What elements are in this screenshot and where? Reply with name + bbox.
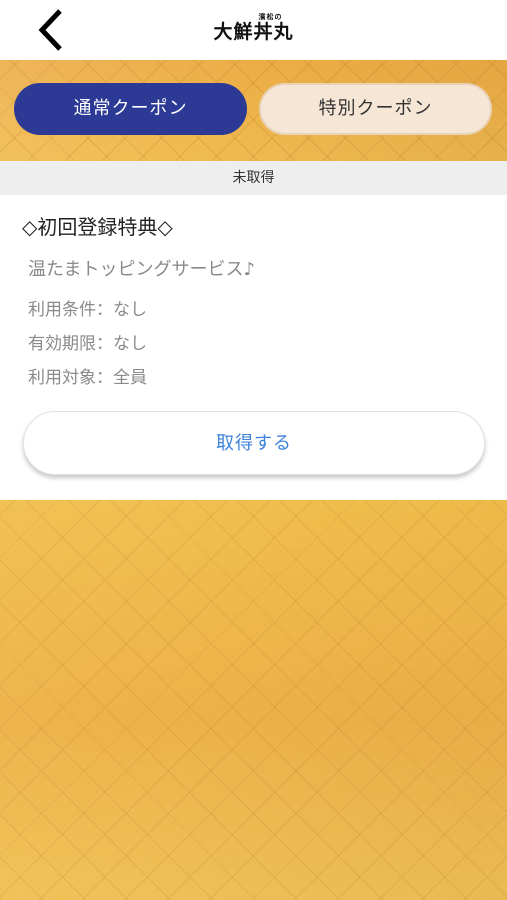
- logo-text: 大鮮丼丸: [213, 21, 294, 43]
- gold-background: [0, 500, 507, 900]
- coupon-tab-bar: 通常クーポン 特別クーポン: [0, 60, 507, 161]
- brand-logo: 濱松の 大鮮丼丸: [0, 12, 507, 43]
- app-header: 濱松の 大鮮丼丸: [0, 0, 507, 60]
- coupon-target: 利用対象：全員: [28, 368, 147, 388]
- coupon-title: ◇初回登録特典◇: [22, 215, 173, 239]
- status-label: 未取得: [0, 161, 507, 195]
- coupon-description: 温たまトッピングサービス♪: [28, 259, 255, 280]
- coupon-expiry: 有効期限：なし: [28, 334, 147, 354]
- logo-subtext: 濱松の: [258, 12, 283, 21]
- coupon-card: ◇初回登録特典◇ 温たまトッピングサービス♪ 利用条件：なし 有効期限：なし 利…: [0, 195, 507, 500]
- tab-normal-coupon[interactable]: 通常クーポン: [14, 83, 247, 135]
- get-coupon-button[interactable]: 取得する: [23, 411, 485, 475]
- coupon-condition: 利用条件：なし: [28, 300, 147, 320]
- tab-special-coupon[interactable]: 特別クーポン: [259, 83, 492, 135]
